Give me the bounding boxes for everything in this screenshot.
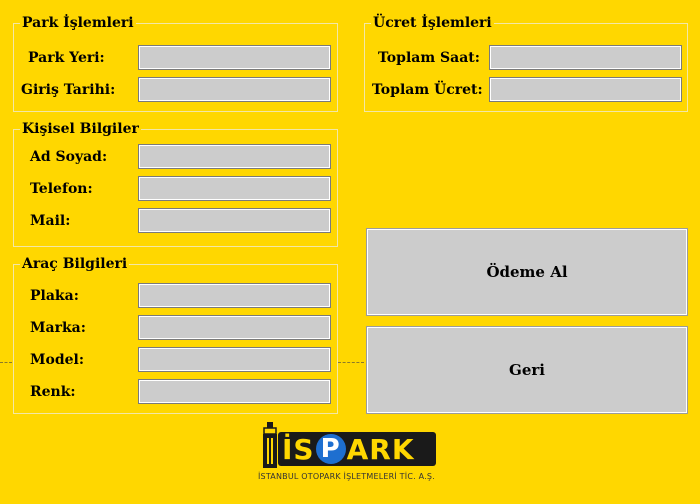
- geri-button[interactable]: Geri: [366, 326, 688, 414]
- ispark-logo: İS P ARK İSTANBUL OTOPARK İŞLETMELERİ Tİ…: [256, 420, 442, 486]
- logo-text-is: İS: [282, 432, 315, 466]
- ispark-logo-mark: İS P ARK: [278, 432, 436, 466]
- mail-field[interactable]: [138, 208, 331, 233]
- ad-soyad-field[interactable]: [138, 144, 331, 169]
- toplam-ucret-label: Toplam Ücret:: [372, 82, 483, 98]
- model-field[interactable]: [138, 347, 331, 372]
- telefon-field[interactable]: [138, 176, 331, 201]
- giris-tarihi-field[interactable]: [138, 77, 331, 102]
- odeme-al-button[interactable]: Ödeme Al: [366, 228, 688, 316]
- marka-field[interactable]: [138, 315, 331, 340]
- toplam-saat-field[interactable]: [489, 45, 682, 70]
- park-yeri-label: Park Yeri:: [28, 50, 105, 66]
- renk-label: Renk:: [30, 384, 76, 400]
- kisisel-bilgiler-legend: Kişisel Bilgiler: [20, 121, 141, 137]
- arac-bilgileri-legend: Araç Bilgileri: [20, 256, 130, 272]
- marka-label: Marka:: [30, 320, 86, 336]
- giris-tarihi-label: Giriş Tarihi:: [21, 82, 116, 98]
- plaka-label: Plaka:: [30, 288, 79, 304]
- park-yeri-field[interactable]: [138, 45, 331, 70]
- logo-p-circle: P: [315, 434, 346, 464]
- plaka-field[interactable]: [138, 283, 331, 308]
- mail-label: Mail:: [30, 213, 71, 229]
- ad-soyad-label: Ad Soyad:: [30, 149, 108, 165]
- model-label: Model:: [30, 352, 85, 368]
- park-islemleri-legend: Park İşlemleri: [20, 15, 136, 31]
- logo-text-ark: ARK: [346, 432, 415, 466]
- telefon-label: Telefon:: [30, 181, 93, 197]
- logo-subtitle: İSTANBUL OTOPARK İŞLETMELERİ TİC. A.Ş.: [258, 472, 435, 481]
- toplam-saat-label: Toplam Saat:: [378, 50, 480, 66]
- divider-left: [0, 362, 12, 363]
- ucret-islemleri-legend: Ücret İşlemleri: [371, 15, 494, 31]
- renk-field[interactable]: [138, 379, 331, 404]
- toplam-ucret-field[interactable]: [489, 77, 682, 102]
- divider-middle: [338, 362, 364, 363]
